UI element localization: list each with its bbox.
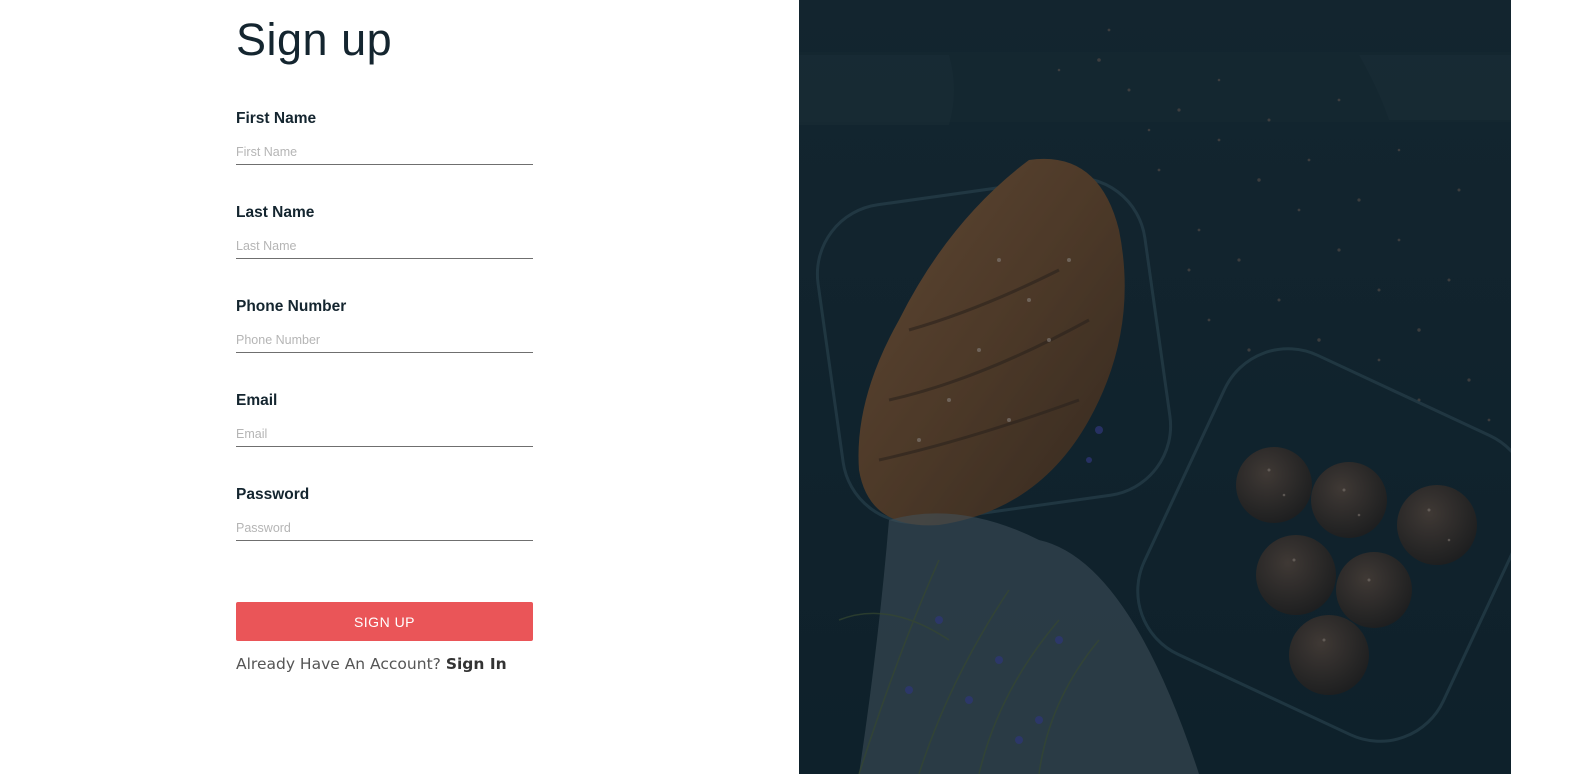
last-name-label: Last Name (236, 204, 315, 221)
pastry-photo-illustration (799, 0, 1511, 774)
last-name-input[interactable] (236, 237, 533, 259)
email-input[interactable] (236, 425, 533, 447)
first-name-input[interactable] (236, 143, 533, 165)
signup-page: Sign up First Name Last Name Phone Numbe… (0, 0, 1583, 774)
phone-number-input[interactable] (236, 331, 533, 353)
phone-number-field: Phone Number (236, 297, 533, 353)
email-field: Email (236, 391, 533, 447)
signin-prompt-text: Already Have An Account? (236, 655, 441, 673)
signup-button[interactable]: SIGN UP (236, 602, 533, 641)
password-input[interactable] (236, 519, 533, 541)
phone-number-label: Phone Number (236, 298, 347, 315)
signin-prompt-row: Already Have An Account? Sign In (236, 655, 507, 673)
signin-link[interactable]: Sign In (446, 655, 507, 673)
page-title: Sign up (236, 14, 393, 65)
password-label: Password (236, 486, 310, 503)
first-name-field: First Name (236, 109, 533, 165)
email-label: Email (236, 392, 278, 409)
password-field: Password (236, 485, 533, 541)
hero-food-image (799, 0, 1511, 774)
last-name-field: Last Name (236, 203, 533, 259)
first-name-label: First Name (236, 110, 317, 127)
